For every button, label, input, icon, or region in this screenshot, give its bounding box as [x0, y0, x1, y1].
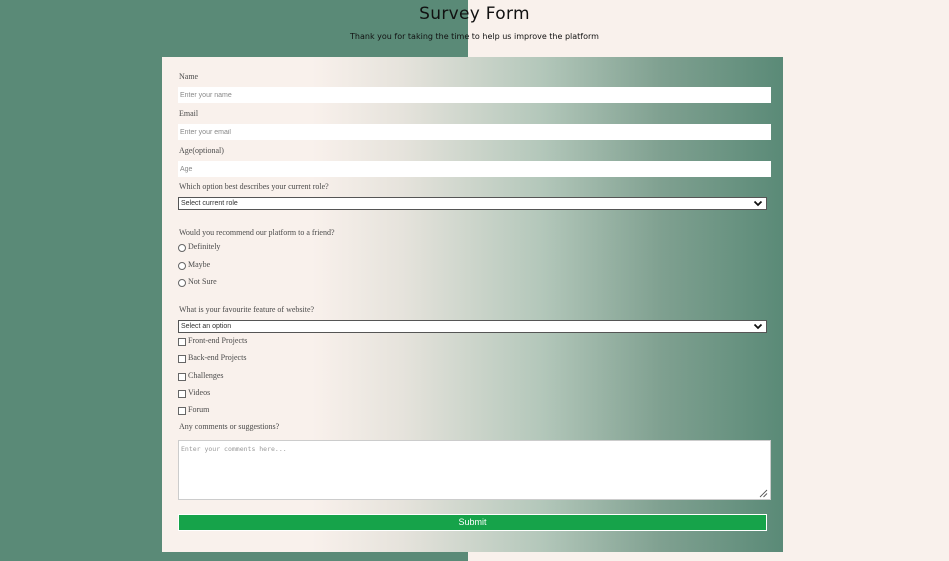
radio-button[interactable]	[178, 262, 186, 270]
radio-button[interactable]	[178, 244, 186, 252]
resize-handle-icon[interactable]	[759, 489, 768, 498]
checkbox-label: Front-end Projects	[188, 336, 248, 345]
chevron-down-icon	[753, 200, 763, 207]
checkbox[interactable]	[178, 390, 186, 398]
feature-select-value: Select an option	[181, 323, 232, 330]
name-input[interactable]	[178, 87, 771, 103]
survey-form: Name Email Age(optional) Which option be…	[162, 57, 783, 552]
checkbox[interactable]	[178, 355, 186, 363]
feature-label: What is your favourite feature of websit…	[179, 305, 315, 314]
checkbox-label: Forum	[188, 405, 210, 414]
checkbox-label: Back-end Projects	[188, 353, 247, 362]
role-select-value: Select current role	[181, 200, 238, 207]
checkbox-label: Challenges	[188, 371, 224, 380]
comments-textarea[interactable]	[178, 440, 771, 500]
recommend-label: Would you recommend our platform to a fr…	[179, 228, 335, 237]
feature-select[interactable]: Select an option	[178, 320, 767, 333]
role-select[interactable]: Select current role	[178, 197, 767, 210]
radio-button[interactable]	[178, 279, 186, 287]
checkbox[interactable]	[178, 373, 186, 381]
radio-label: Maybe	[188, 260, 211, 269]
age-input[interactable]	[178, 161, 771, 177]
role-label: Which option best describes your current…	[179, 182, 329, 191]
page-subtitle: Thank you for taking the time to help us…	[350, 32, 599, 41]
name-label: Name	[179, 72, 199, 81]
email-label: Email	[179, 109, 199, 118]
chevron-down-icon	[753, 323, 763, 330]
page-title: Survey Form	[419, 4, 530, 24]
age-label: Age(optional)	[179, 146, 224, 155]
checkbox[interactable]	[178, 338, 186, 346]
checkbox-label: Videos	[188, 388, 211, 397]
email-input[interactable]	[178, 124, 771, 140]
radio-label: Not Sure	[188, 277, 217, 286]
submit-button[interactable]: Submit	[178, 514, 767, 531]
comments-label: Any comments or suggestions?	[179, 422, 280, 431]
checkbox[interactable]	[178, 407, 186, 415]
radio-label: Definitely	[188, 242, 221, 251]
